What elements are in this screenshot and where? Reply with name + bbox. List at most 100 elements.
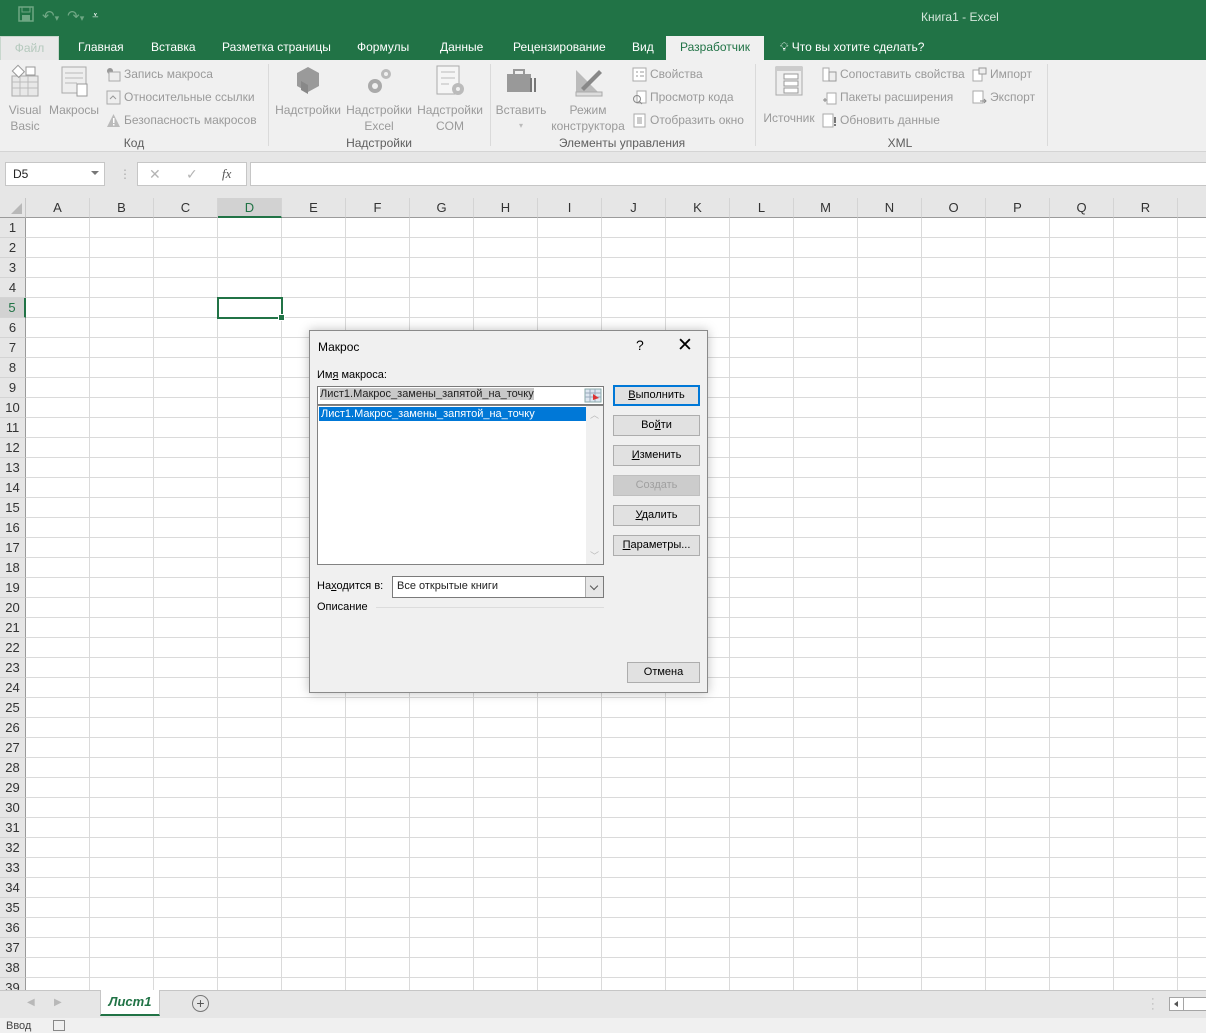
excel-addins-button[interactable]: Надстройки Excel — [345, 64, 413, 134]
row-header-20[interactable]: 20 — [0, 598, 26, 618]
formula-bar-grip[interactable]: ⋮ — [119, 167, 131, 181]
macro-security-button[interactable]: Безопасность макросов — [106, 111, 257, 129]
macro-record-status-icon[interactable] — [53, 1020, 65, 1031]
macro-list-item-selected[interactable]: Лист1.Макрос_замены_запятой_на_точку — [319, 407, 586, 421]
row-header-28[interactable]: 28 — [0, 758, 26, 778]
row-header-15[interactable]: 15 — [0, 498, 26, 518]
row-header-27[interactable]: 27 — [0, 738, 26, 758]
row-header-23[interactable]: 23 — [0, 658, 26, 678]
tab-developer[interactable]: Разработчик — [666, 36, 764, 60]
sheet-tab-list1[interactable]: Лист1 — [100, 990, 160, 1016]
row-header-33[interactable]: 33 — [0, 858, 26, 878]
column-header-g[interactable]: G — [410, 198, 474, 218]
chevron-down-icon[interactable] — [585, 577, 603, 597]
com-addins-button[interactable]: Надстройки COM — [416, 64, 484, 134]
edit-button[interactable]: Изменить — [613, 445, 700, 466]
formula-input[interactable] — [250, 162, 1206, 186]
column-header-m[interactable]: M — [794, 198, 858, 218]
horizontal-scrollbar[interactable] — [1169, 997, 1206, 1011]
column-header-r[interactable]: R — [1114, 198, 1178, 218]
xml-export-button[interactable]: Экспорт — [972, 88, 1035, 106]
add-sheet-icon[interactable]: + — [192, 995, 209, 1012]
select-all-button[interactable] — [0, 198, 26, 218]
tab-formulas[interactable]: Формулы — [355, 36, 411, 60]
insert-control-button[interactable]: Вставить ▾ — [494, 64, 548, 134]
row-header-5[interactable]: 5 — [0, 298, 26, 318]
help-button[interactable]: ? — [636, 337, 644, 353]
row-header-30[interactable]: 30 — [0, 798, 26, 818]
tab-home[interactable]: Главная — [76, 36, 126, 60]
xml-source-button[interactable]: Источник — [760, 64, 818, 126]
scroll-split-grip[interactable]: · · · — [1151, 994, 1155, 1015]
collapse-dialog-button[interactable] — [584, 388, 602, 403]
record-macro-button[interactable]: Запись макроса — [106, 65, 213, 83]
row-header-8[interactable]: 8 — [0, 358, 26, 378]
options-button[interactable]: Параметры... — [613, 535, 700, 556]
row-header-35[interactable]: 35 — [0, 898, 26, 918]
macros-button[interactable]: Макросы — [47, 64, 101, 118]
run-dialog-button[interactable]: Отобразить окно — [632, 111, 744, 129]
row-header-11[interactable]: 11 — [0, 418, 26, 438]
tab-data[interactable]: Данные — [438, 36, 485, 60]
map-properties-button[interactable]: Сопоставить свойства — [822, 65, 965, 83]
row-header-3[interactable]: 3 — [0, 258, 26, 278]
column-header-e[interactable]: E — [282, 198, 346, 218]
row-header-31[interactable]: 31 — [0, 818, 26, 838]
row-header-25[interactable]: 25 — [0, 698, 26, 718]
visual-basic-button[interactable]: Visual Basic — [6, 64, 44, 134]
step-into-button[interactable]: Войти — [613, 415, 700, 436]
row-header-22[interactable]: 22 — [0, 638, 26, 658]
row-header-29[interactable]: 29 — [0, 778, 26, 798]
design-mode-button[interactable]: Режим конструктора — [549, 64, 627, 134]
row-header-14[interactable]: 14 — [0, 478, 26, 498]
expansion-packs-button[interactable]: Пакеты расширения — [822, 88, 953, 106]
column-header-i[interactable]: I — [538, 198, 602, 218]
column-header-o[interactable]: O — [922, 198, 986, 218]
row-header-32[interactable]: 32 — [0, 838, 26, 858]
column-header-p[interactable]: P — [986, 198, 1050, 218]
row-header-24[interactable]: 24 — [0, 678, 26, 698]
row-header-34[interactable]: 34 — [0, 878, 26, 898]
view-code-button[interactable]: Просмотр кода — [632, 88, 734, 106]
customize-qat-icon[interactable]: ⩡ — [92, 10, 98, 23]
row-header-12[interactable]: 12 — [0, 438, 26, 458]
name-box[interactable]: D5 — [5, 162, 105, 186]
column-header-k[interactable]: K — [666, 198, 730, 218]
cancel-icon[interactable]: ✕ — [149, 166, 161, 183]
properties-button[interactable]: Свойства — [632, 65, 703, 83]
column-header-h[interactable]: H — [474, 198, 538, 218]
refresh-data-button[interactable]: Обновить данные — [822, 111, 940, 129]
run-button[interactable]: Выполнить — [613, 385, 700, 406]
macro-list[interactable]: Лист1.Макрос_замены_запятой_на_точку ︿ ﹀ — [317, 405, 604, 565]
enter-icon[interactable]: ✓ — [186, 166, 198, 183]
tell-me-search[interactable]: 💡︎ Что вы хотите сделать? — [778, 36, 926, 60]
insert-function-icon[interactable]: fx — [222, 166, 231, 182]
row-header-19[interactable]: 19 — [0, 578, 26, 598]
row-header-2[interactable]: 2 — [0, 238, 26, 258]
tab-insert[interactable]: Вставка — [149, 36, 198, 60]
row-header-9[interactable]: 9 — [0, 378, 26, 398]
macro-list-scrollbar[interactable]: ︿ ﹀ — [586, 406, 603, 564]
column-header-c[interactable]: C — [154, 198, 218, 218]
addins-button[interactable]: Надстройки — [274, 64, 342, 118]
tab-page-layout[interactable]: Разметка страницы — [220, 36, 333, 60]
row-header-13[interactable]: 13 — [0, 458, 26, 478]
column-header-q[interactable]: Q — [1050, 198, 1114, 218]
row-header-38[interactable]: 38 — [0, 958, 26, 978]
undo-icon[interactable]: ↶▾ — [42, 7, 59, 25]
column-header-n[interactable]: N — [858, 198, 922, 218]
row-header-1[interactable]: 1 — [0, 218, 26, 238]
scroll-up-icon[interactable]: ︿ — [590, 408, 599, 421]
row-header-21[interactable]: 21 — [0, 618, 26, 638]
relative-refs-button[interactable]: Относительные ссылки — [106, 88, 255, 106]
column-header-a[interactable]: A — [26, 198, 90, 218]
active-cell-d5[interactable] — [217, 297, 285, 321]
redo-icon[interactable]: ↷▾ — [67, 7, 84, 25]
prev-sheet-icon[interactable]: ◀ — [27, 997, 35, 1008]
scroll-left-icon[interactable] — [1170, 998, 1184, 1010]
column-header-l[interactable]: L — [730, 198, 794, 218]
row-header-18[interactable]: 18 — [0, 558, 26, 578]
row-header-10[interactable]: 10 — [0, 398, 26, 418]
column-header-b[interactable]: B — [90, 198, 154, 218]
column-header-j[interactable]: J — [602, 198, 666, 218]
